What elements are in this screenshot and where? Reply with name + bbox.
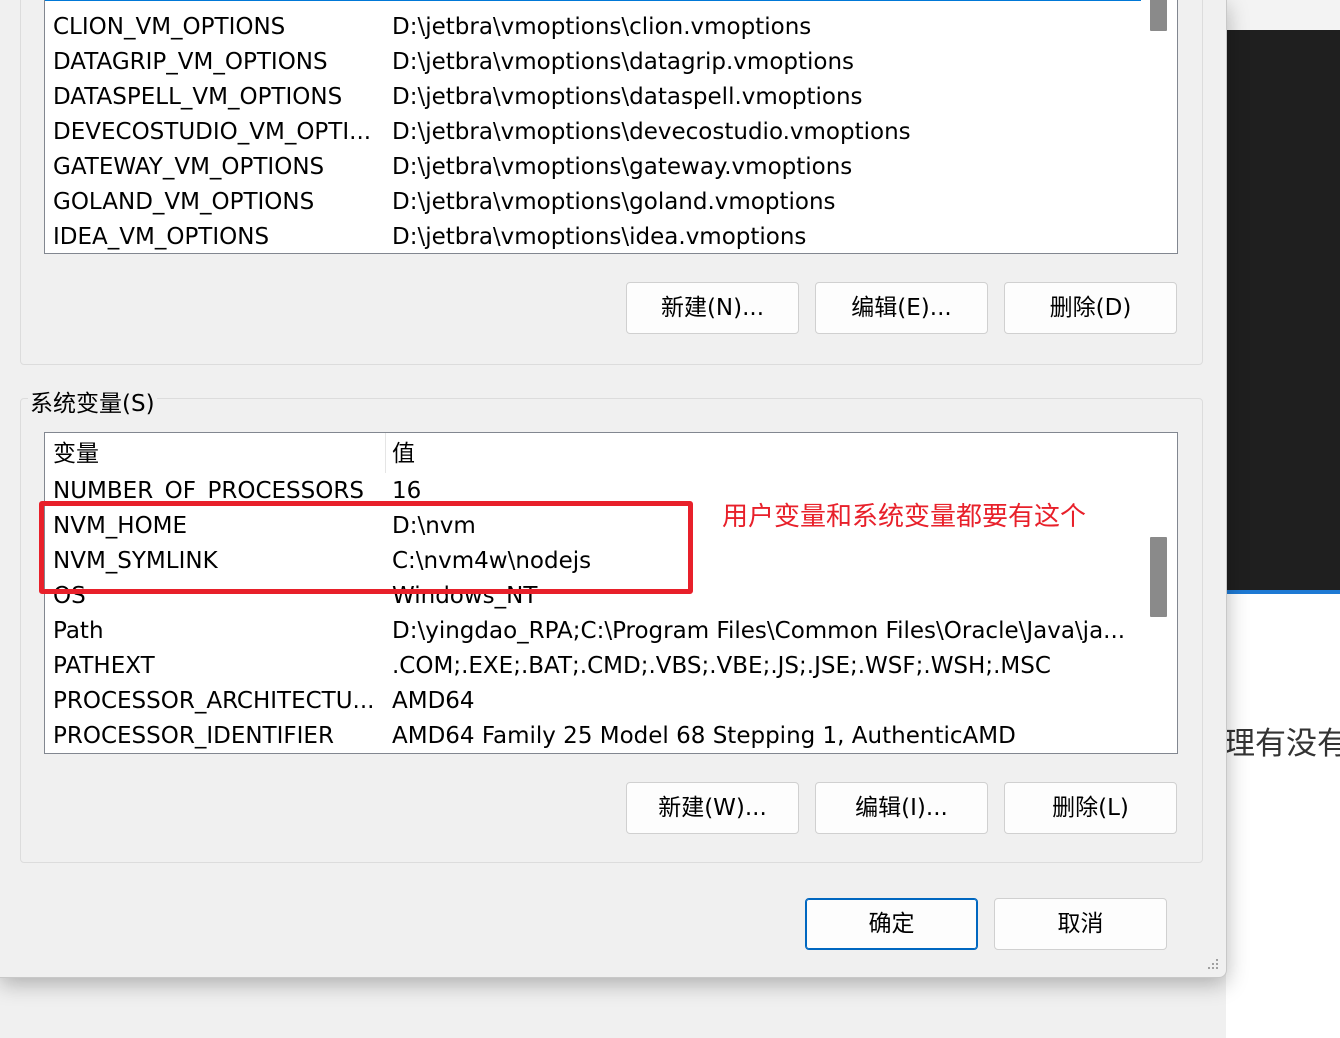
variable-name: DATAGRIP_VM_OPTIONS — [53, 49, 328, 75]
variable-name: Path — [53, 618, 104, 644]
highlight-annotation-box — [39, 501, 693, 594]
variable-value: D:\jetbra\vmoptions\datagrip.vmoptions — [392, 49, 855, 75]
variable-value: .COM;.EXE;.BAT;.CMD;.VBS;.VBE;.JS;.JSE;.… — [392, 653, 1051, 679]
variable-value: D:\yingdao_RPA;C:\Program Files\Common F… — [392, 618, 1126, 644]
background-editor-panel — [1226, 30, 1340, 590]
variable-value: D:\jetbra\vmoptions\goland.vmoptions — [392, 189, 836, 215]
list-header: 变量 值 — [45, 433, 1141, 473]
cancel-button[interactable]: 取消 — [994, 898, 1167, 950]
variable-name: PROCESSOR_IDENTIFIER — [53, 723, 334, 749]
table-row[interactable]: GATEWAY_VM_OPTIONS D:\jetbra\vmoptions\g… — [45, 150, 1141, 185]
variable-name: GATEWAY_VM_OPTIONS — [53, 154, 325, 180]
user-variables-list[interactable]: CLION_VM_OPTIONS D:\jetbra\vmoptions\cli… — [44, 0, 1178, 254]
user-list-scrollbar[interactable] — [1141, 0, 1177, 253]
column-separator[interactable] — [385, 433, 386, 473]
user-new-button[interactable]: 新建(N)... — [626, 282, 799, 334]
table-row[interactable]: PATHEXT .COM;.EXE;.BAT;.CMD;.VBS;.VBE;.J… — [45, 649, 1141, 684]
column-header-value[interactable]: 值 — [392, 433, 415, 475]
variable-name: DEVECOSTUDIO_VM_OPTI... — [53, 119, 372, 145]
variable-value: AMD64 Family 25 Model 68 Stepping 1, Aut… — [392, 723, 1016, 749]
system-new-button[interactable]: 新建(W)... — [626, 782, 799, 834]
variable-name: CLION_VM_OPTIONS — [53, 14, 286, 40]
background-window-top — [1226, 0, 1340, 30]
table-row[interactable]: IDEA_VM_OPTIONS D:\jetbra\vmoptions\idea… — [45, 220, 1141, 253]
scrollbar-thumb[interactable] — [1150, 537, 1167, 617]
variable-value: AMD64 — [392, 688, 475, 714]
variable-name: GOLAND_VM_OPTIONS — [53, 189, 315, 215]
table-row[interactable]: Path D:\yingdao_RPA;C:\Program Files\Com… — [45, 614, 1141, 649]
table-row[interactable]: DEVECOSTUDIO_VM_OPTI... D:\jetbra\vmopti… — [45, 115, 1141, 150]
background-document — [1226, 594, 1340, 1038]
table-row[interactable]: PROCESSOR_ARCHITECTU... AMD64 — [45, 684, 1141, 719]
variable-value: D:\jetbra\vmoptions\dataspell.vmoptions — [392, 84, 863, 110]
variable-value: D:\jetbra\vmoptions\gateway.vmoptions — [392, 154, 853, 180]
background-partial-text: 理有没有这 — [1224, 726, 1340, 762]
variable-name: DATASPELL_VM_OPTIONS — [53, 84, 343, 110]
system-delete-button[interactable]: 删除(L) — [1004, 782, 1177, 834]
table-row[interactable]: PROCESSOR_IDENTIFIER AMD64 Family 25 Mod… — [45, 719, 1141, 753]
variable-name: PATHEXT — [53, 653, 155, 679]
variable-value: D:\jetbra\vmoptions\clion.vmoptions — [392, 14, 812, 40]
scrollbar-thumb[interactable] — [1150, 0, 1167, 31]
table-row[interactable]: GOLAND_VM_OPTIONS D:\jetbra\vmoptions\go… — [45, 185, 1141, 220]
system-list-scrollbar[interactable] — [1141, 433, 1177, 753]
ok-button[interactable]: 确定 — [805, 898, 978, 950]
user-edit-button[interactable]: 编辑(E)... — [815, 282, 988, 334]
annotation-note: 用户变量和系统变量都要有这个 — [722, 502, 1087, 532]
variable-value: D:\jetbra\vmoptions\idea.vmoptions — [392, 224, 807, 250]
user-delete-button[interactable]: 删除(D) — [1004, 282, 1177, 334]
environment-variables-dialog: CLION_VM_OPTIONS D:\jetbra\vmoptions\cli… — [0, 0, 1227, 978]
system-variables-label: 系统变量(S) — [28, 384, 157, 418]
variable-name: PROCESSOR_ARCHITECTU... — [53, 688, 375, 714]
variable-value: D:\jetbra\vmoptions\devecostudio.vmoptio… — [392, 119, 911, 145]
table-row[interactable]: CLION_VM_OPTIONS D:\jetbra\vmoptions\cli… — [45, 10, 1141, 45]
column-header-variable[interactable]: 变量 — [53, 433, 99, 475]
system-edit-button[interactable]: 编辑(I)... — [815, 782, 988, 834]
resize-grip-icon[interactable] — [1204, 955, 1220, 971]
table-row-selected[interactable] — [45, 0, 1141, 1]
variable-name: IDEA_VM_OPTIONS — [53, 224, 270, 250]
table-row[interactable]: DATASPELL_VM_OPTIONS D:\jetbra\vmoptions… — [45, 80, 1141, 115]
table-row[interactable]: DATAGRIP_VM_OPTIONS D:\jetbra\vmoptions\… — [45, 45, 1141, 80]
